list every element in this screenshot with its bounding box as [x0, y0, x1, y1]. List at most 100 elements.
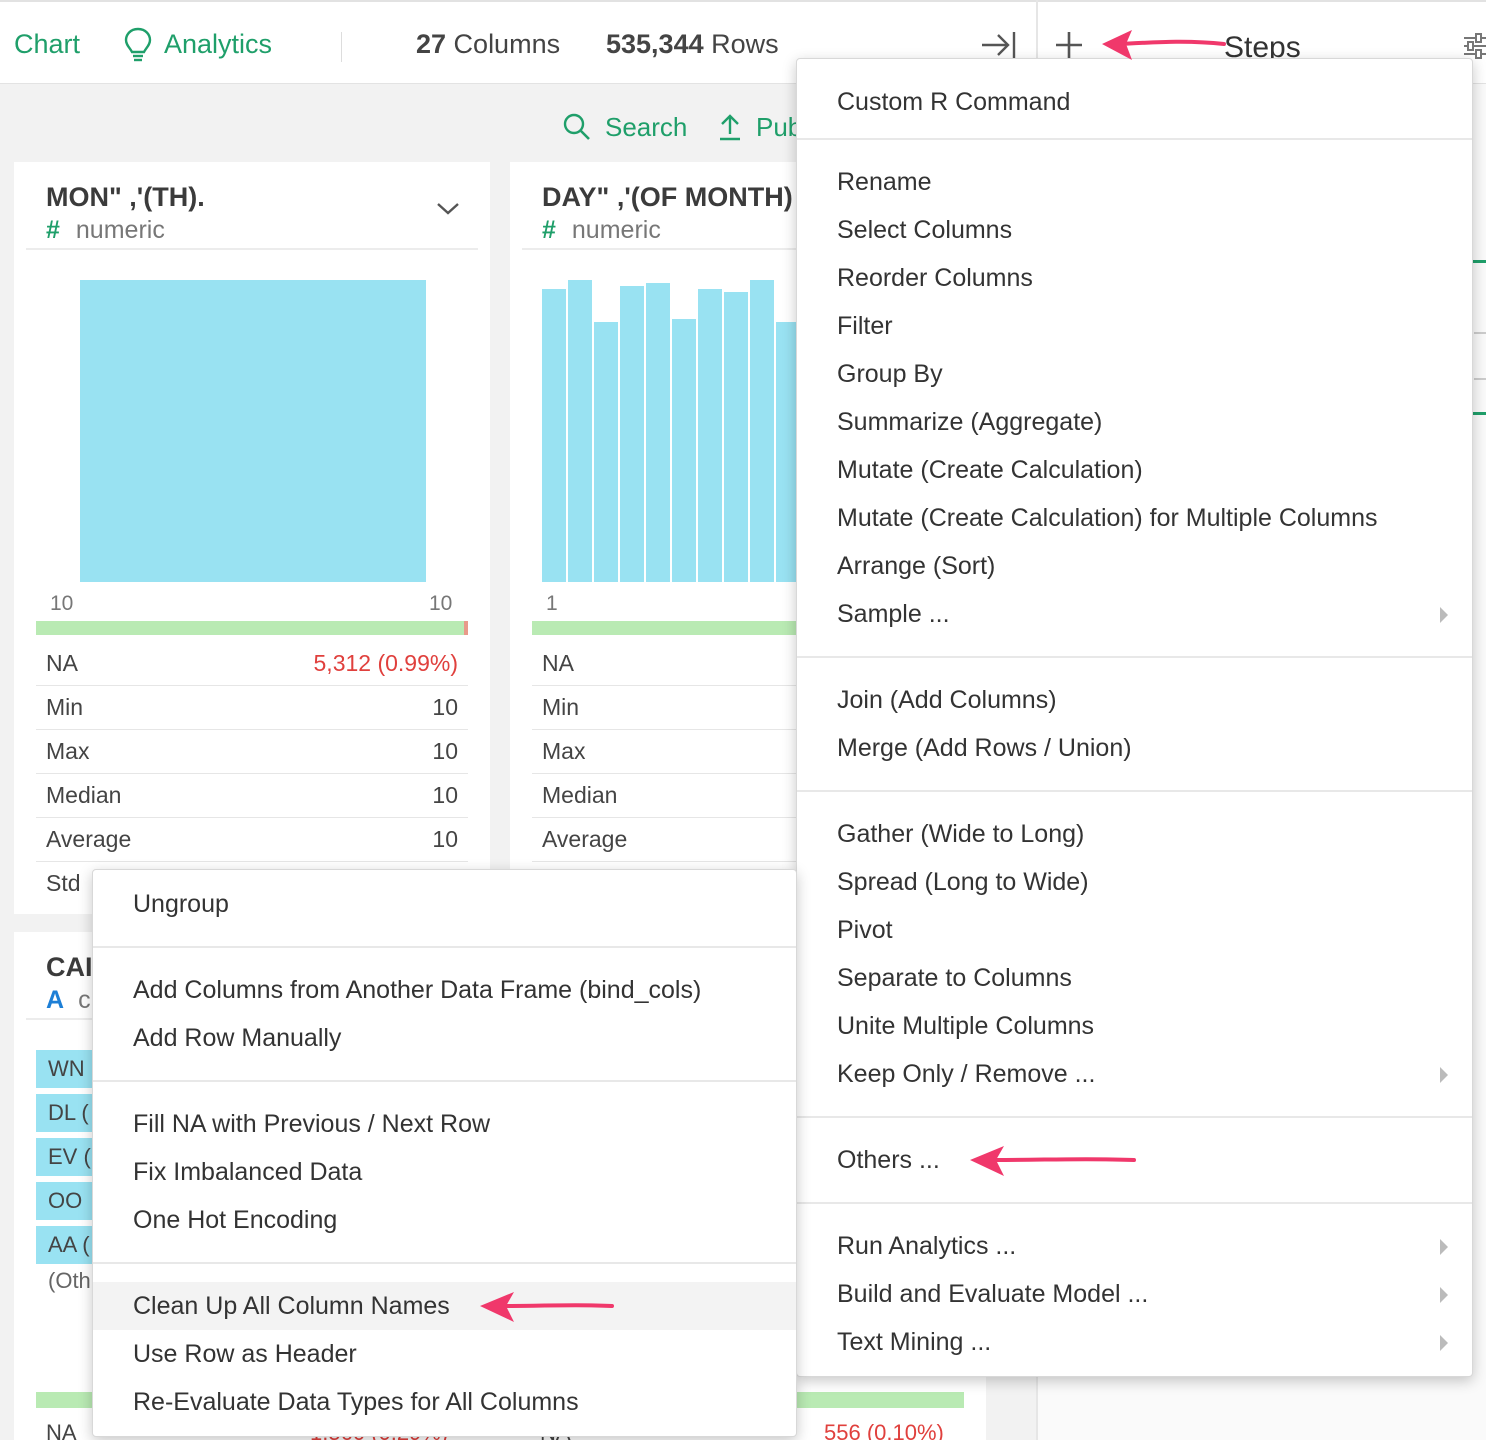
stat-label: Min [542, 694, 580, 720]
menu-item-keep-remove-label: Keep Only / Remove ... [837, 1060, 1096, 1088]
annotation-arrow [1102, 30, 1226, 60]
column-type-label: numeric [571, 216, 661, 244]
menu-item-mutate[interactable]: Mutate (Create Calculation) [797, 446, 1472, 494]
histogram-bar[interactable] [750, 280, 774, 582]
stat-row-average: Average 10 [36, 818, 468, 862]
menu-item-sample[interactable]: Sample ... [797, 590, 1472, 638]
upload-icon [720, 114, 740, 141]
column-count-value: 27 [416, 29, 447, 59]
analytics-tab-label: Analytics [164, 29, 273, 59]
histogram-bar[interactable] [568, 280, 592, 582]
menu-item-build-model-label: Build and Evaluate Model ... [837, 1280, 1149, 1308]
expand-right-icon[interactable] [978, 28, 1018, 62]
column-title: CAI [46, 952, 93, 982]
search-button[interactable]: Search [562, 110, 692, 144]
stat-label: Min [46, 694, 84, 720]
column-type-label: numeric [75, 216, 165, 244]
stat-row-na: NA 5,312 (0.99%) [36, 642, 468, 686]
chart-tab-label: Chart [14, 29, 81, 59]
analytics-tab[interactable]: Analytics [122, 26, 302, 62]
stat-value: 5,312 (0.99%) [313, 650, 458, 676]
card-header-divider [26, 248, 478, 250]
lightbulb-icon [124, 27, 152, 62]
histogram-bar[interactable] [698, 289, 722, 582]
menu-separator [797, 138, 1472, 140]
publish-button[interactable]: Pub [718, 110, 808, 144]
menu-separator [797, 1116, 1472, 1118]
search-icon [563, 113, 590, 140]
stat-label: Median [542, 782, 618, 808]
menu-item-gather[interactable]: Gather (Wide to Long) [797, 810, 1472, 858]
histogram-bar[interactable] [80, 280, 426, 582]
stat-label: Average [542, 826, 628, 852]
menu-item-pivot[interactable]: Pivot [797, 906, 1472, 954]
row-count-value: 535,344 [606, 29, 704, 59]
chevron-down-icon[interactable] [434, 198, 462, 218]
histogram-bar[interactable] [594, 322, 618, 582]
menu-item-row-as-header[interactable]: Use Row as Header [93, 1330, 796, 1378]
character-type-icon: A [46, 986, 65, 1014]
menu-item-reorder-columns[interactable]: Reorder Columns [797, 254, 1472, 302]
histogram-bar[interactable] [542, 289, 566, 582]
stat-label: Std [46, 870, 81, 896]
menu-item-unite[interactable]: Unite Multiple Columns [797, 1002, 1472, 1050]
menu-item-merge[interactable]: Merge (Add Rows / Union) [797, 724, 1472, 772]
na-ratio-bar [36, 621, 464, 635]
menu-item-spread[interactable]: Spread (Long to Wide) [797, 858, 1472, 906]
submenu-caret-icon [1440, 607, 1448, 623]
histogram-bar[interactable] [646, 283, 670, 582]
menu-item-filter[interactable]: Filter [797, 302, 1472, 350]
menu-separator [93, 1262, 796, 1264]
others-submenu: Ungroup Add Columns from Another Data Fr… [92, 869, 797, 1437]
chart-tab[interactable]: Chart [0, 26, 80, 62]
menu-item-sample-label: Sample ... [837, 600, 950, 628]
menu-item-select-columns[interactable]: Select Columns [797, 206, 1472, 254]
axis-min-label: 10 [50, 592, 74, 615]
menu-item-add-row[interactable]: Add Row Manually [93, 1014, 796, 1062]
menu-item-text-mining[interactable]: Text Mining ... [797, 1318, 1472, 1366]
category-other-label: (Oth [48, 1268, 91, 1293]
stat-label: Max [542, 738, 586, 764]
stat-value: 10 [432, 738, 458, 764]
menu-item-fix-imbalanced[interactable]: Fix Imbalanced Data [93, 1148, 796, 1196]
column-count-label: Columns [446, 29, 561, 59]
stat-label: NA [46, 1420, 77, 1440]
column-title: MON" ,'(TH). [46, 182, 205, 212]
axis-min-label: 1 [546, 592, 558, 615]
stat-value: 10 [432, 782, 458, 808]
menu-item-keep-remove[interactable]: Keep Only / Remove ... [797, 1050, 1472, 1098]
settings-sliders-icon[interactable] [1462, 32, 1486, 60]
menu-item-run-analytics-label: Run Analytics ... [837, 1232, 1017, 1260]
menu-item-join[interactable]: Join (Add Columns) [797, 676, 1472, 724]
axis-max-label: 10 [429, 592, 453, 615]
histogram-bar[interactable] [724, 292, 748, 582]
annotation-arrow [480, 1292, 614, 1322]
histogram-bar[interactable] [672, 319, 696, 582]
menu-item-rename[interactable]: Rename [797, 158, 1472, 206]
menu-item-separate[interactable]: Separate to Columns [797, 954, 1472, 1002]
menu-item-run-analytics[interactable]: Run Analytics ... [797, 1222, 1472, 1270]
menu-item-bind-cols[interactable]: Add Columns from Another Data Frame (bin… [93, 966, 796, 1014]
menu-item-mutate-multiple[interactable]: Mutate (Create Calculation) for Multiple… [797, 494, 1472, 542]
stat-label: Average [46, 826, 132, 852]
menu-separator [797, 1202, 1472, 1204]
histogram-bar[interactable] [620, 286, 644, 582]
menu-item-custom-r-command[interactable]: Custom R Command [797, 78, 1472, 126]
na-ratio-marker [464, 621, 468, 635]
toolbar-divider [341, 32, 342, 62]
menu-item-build-model[interactable]: Build and Evaluate Model ... [797, 1270, 1472, 1318]
menu-item-reevaluate-types[interactable]: Re-Evaluate Data Types for All Columns [93, 1378, 796, 1426]
menu-item-ungroup[interactable]: Ungroup [93, 880, 796, 928]
menu-item-clean-column-names[interactable]: Clean Up All Column Names [93, 1282, 796, 1330]
menu-item-arrange[interactable]: Arrange (Sort) [797, 542, 1472, 590]
stat-label: NA [46, 650, 78, 676]
menu-item-summarize[interactable]: Summarize (Aggregate) [797, 398, 1472, 446]
menu-separator [93, 946, 796, 948]
menu-item-group-by[interactable]: Group By [797, 350, 1472, 398]
menu-item-fill-na[interactable]: Fill NA with Previous / Next Row [93, 1100, 796, 1148]
stat-label: NA [542, 650, 574, 676]
steps-panel-divider [1474, 378, 1486, 380]
stat-row-median: Median 10 [36, 774, 468, 818]
submenu-caret-icon [1440, 1335, 1448, 1351]
menu-item-one-hot[interactable]: One Hot Encoding [93, 1196, 796, 1244]
